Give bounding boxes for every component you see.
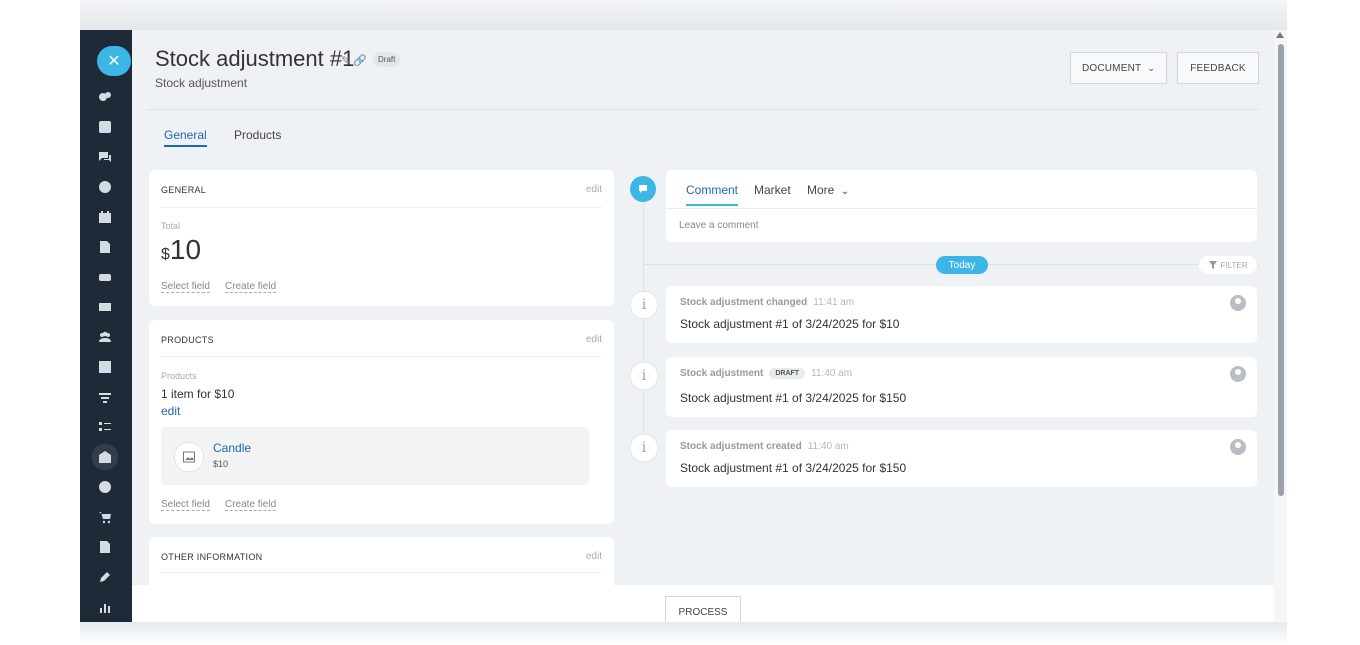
info-icon: i xyxy=(630,434,658,462)
scroll-up-icon[interactable] xyxy=(1276,32,1284,38)
card-heading: GENERAL xyxy=(161,185,207,195)
avatar[interactable] xyxy=(1230,295,1246,311)
timeline-event: Stock adjustment changed 11:41 am Stock a… xyxy=(666,286,1257,343)
document-icon[interactable] xyxy=(94,236,116,258)
products-card: PRODUCTS edit Products 1 item for $10 ed… xyxy=(149,320,614,524)
total-value: $10 xyxy=(161,234,202,265)
edit-link[interactable]: edit xyxy=(586,551,602,562)
chat-icon[interactable] xyxy=(94,146,116,168)
sidebar: ✕ xyxy=(80,30,132,622)
sign-icon[interactable] xyxy=(94,536,116,558)
tasks-icon[interactable] xyxy=(94,356,116,378)
tab-more[interactable]: More ⌄ xyxy=(807,183,849,197)
page-subtitle: Stock adjustment xyxy=(155,76,248,90)
event-detail: Stock adjustment #1 of 3/24/2025 for $15… xyxy=(680,391,907,405)
info-icon: i xyxy=(630,362,658,390)
product-name[interactable]: Candle xyxy=(213,441,251,455)
product-price: $10 xyxy=(213,459,229,469)
image-icon xyxy=(174,442,204,472)
calendar-icon[interactable] xyxy=(94,206,116,228)
edit-link[interactable]: edit xyxy=(586,184,602,195)
bottom-backdrop xyxy=(80,622,1287,645)
page-title: Stock adjustment #1 xyxy=(155,46,355,71)
avatar[interactable] xyxy=(1230,439,1246,455)
header-divider xyxy=(147,109,1259,110)
funnel-icon[interactable] xyxy=(94,386,116,408)
app-window: ✕ Stock adjustment #1 ✎ 🔗 Draft Stock ad… xyxy=(80,30,1287,622)
close-icon[interactable]: ✕ xyxy=(97,46,131,76)
create-field-link[interactable]: Create field xyxy=(225,499,277,511)
inventory-icon[interactable] xyxy=(92,444,118,470)
cart-icon[interactable] xyxy=(94,506,116,528)
document-button[interactable]: DOCUMENT ⌄ xyxy=(1070,52,1167,84)
avatar[interactable] xyxy=(1230,366,1246,382)
edit-link[interactable]: edit xyxy=(586,334,602,345)
deals-icon[interactable] xyxy=(94,86,116,108)
feedback-button[interactable]: FEEDBACK xyxy=(1177,52,1259,84)
create-field-link[interactable]: Create field xyxy=(225,281,277,293)
info-icon: i xyxy=(630,291,658,319)
divider xyxy=(161,572,602,573)
event-time: 11:41 am xyxy=(813,297,855,308)
products-label: Products xyxy=(161,371,197,381)
select-field-link[interactable]: Select field xyxy=(161,499,210,511)
contacts-icon[interactable] xyxy=(94,326,116,348)
event-title: Stock adjustment DRAFT 11:40 am xyxy=(680,368,853,379)
status-badge: Draft xyxy=(373,52,401,67)
divider xyxy=(161,356,602,357)
timeline-line xyxy=(643,190,644,450)
filter-icon xyxy=(1208,261,1217,269)
filter-button[interactable]: FILTER xyxy=(1199,256,1257,274)
chevron-down-icon: ⌄ xyxy=(1147,62,1156,73)
scrollbar[interactable] xyxy=(1274,30,1287,622)
tab-comment[interactable]: Comment xyxy=(686,183,739,206)
pen-icon[interactable] xyxy=(94,566,116,588)
event-title: Stock adjustment created 11:40 am xyxy=(680,441,849,452)
footer-bar: PROCESS xyxy=(132,585,1274,622)
products-summary: 1 item for $10 xyxy=(161,387,235,401)
checklist-icon[interactable] xyxy=(94,416,116,438)
chevron-down-icon: ⌄ xyxy=(840,186,850,197)
main-content: Stock adjustment #1 ✎ 🔗 Draft Stock adju… xyxy=(132,30,1274,622)
comment-icon[interactable] xyxy=(630,176,656,202)
timeline-event: Stock adjustment created 11:40 am Stock a… xyxy=(666,430,1257,487)
event-detail: Stock adjustment #1 of 3/24/2025 for $10 xyxy=(680,317,900,331)
today-badge: Today xyxy=(936,256,988,274)
card-heading: OTHER INFORMATION xyxy=(161,552,263,562)
total-label: Total xyxy=(161,221,181,231)
card-heading: PRODUCTS xyxy=(161,335,214,345)
product-item[interactable]: Candle $10 xyxy=(161,427,589,485)
tab-market[interactable]: Market xyxy=(754,183,791,197)
general-card: GENERAL edit Total $10 Select field Crea… xyxy=(149,170,614,306)
comment-input[interactable]: Leave a comment xyxy=(679,220,759,231)
analytics-icon[interactable] xyxy=(94,596,116,618)
goals-icon[interactable] xyxy=(94,476,116,498)
event-time: 11:40 am xyxy=(807,441,849,452)
drive-icon[interactable] xyxy=(94,266,116,288)
select-field-link[interactable]: Select field xyxy=(161,281,210,293)
event-time: 11:40 am xyxy=(811,368,853,379)
event-detail: Stock adjustment #1 of 3/24/2025 for $15… xyxy=(680,461,907,475)
tab-general[interactable]: General xyxy=(164,128,207,147)
top-backdrop xyxy=(80,0,1287,30)
scrollbar-thumb[interactable] xyxy=(1278,44,1284,496)
mail-icon[interactable] xyxy=(94,296,116,318)
process-button[interactable]: PROCESS xyxy=(665,596,741,622)
status-badge: DRAFT xyxy=(769,368,806,379)
comment-panel: Comment Market More ⌄ Leave a comment xyxy=(666,170,1257,242)
products-edit-link[interactable]: edit xyxy=(161,404,180,418)
divider xyxy=(666,208,1257,209)
timeline-event: Stock adjustment DRAFT 11:40 am Stock adju… xyxy=(666,357,1257,417)
inbox-icon[interactable] xyxy=(94,116,116,138)
event-title: Stock adjustment changed 11:41 am xyxy=(680,297,855,308)
target-icon[interactable] xyxy=(94,176,116,198)
divider xyxy=(161,207,602,208)
edit-title-icon[interactable]: ✎ 🔗 xyxy=(341,54,367,67)
tab-products[interactable]: Products xyxy=(234,128,281,142)
